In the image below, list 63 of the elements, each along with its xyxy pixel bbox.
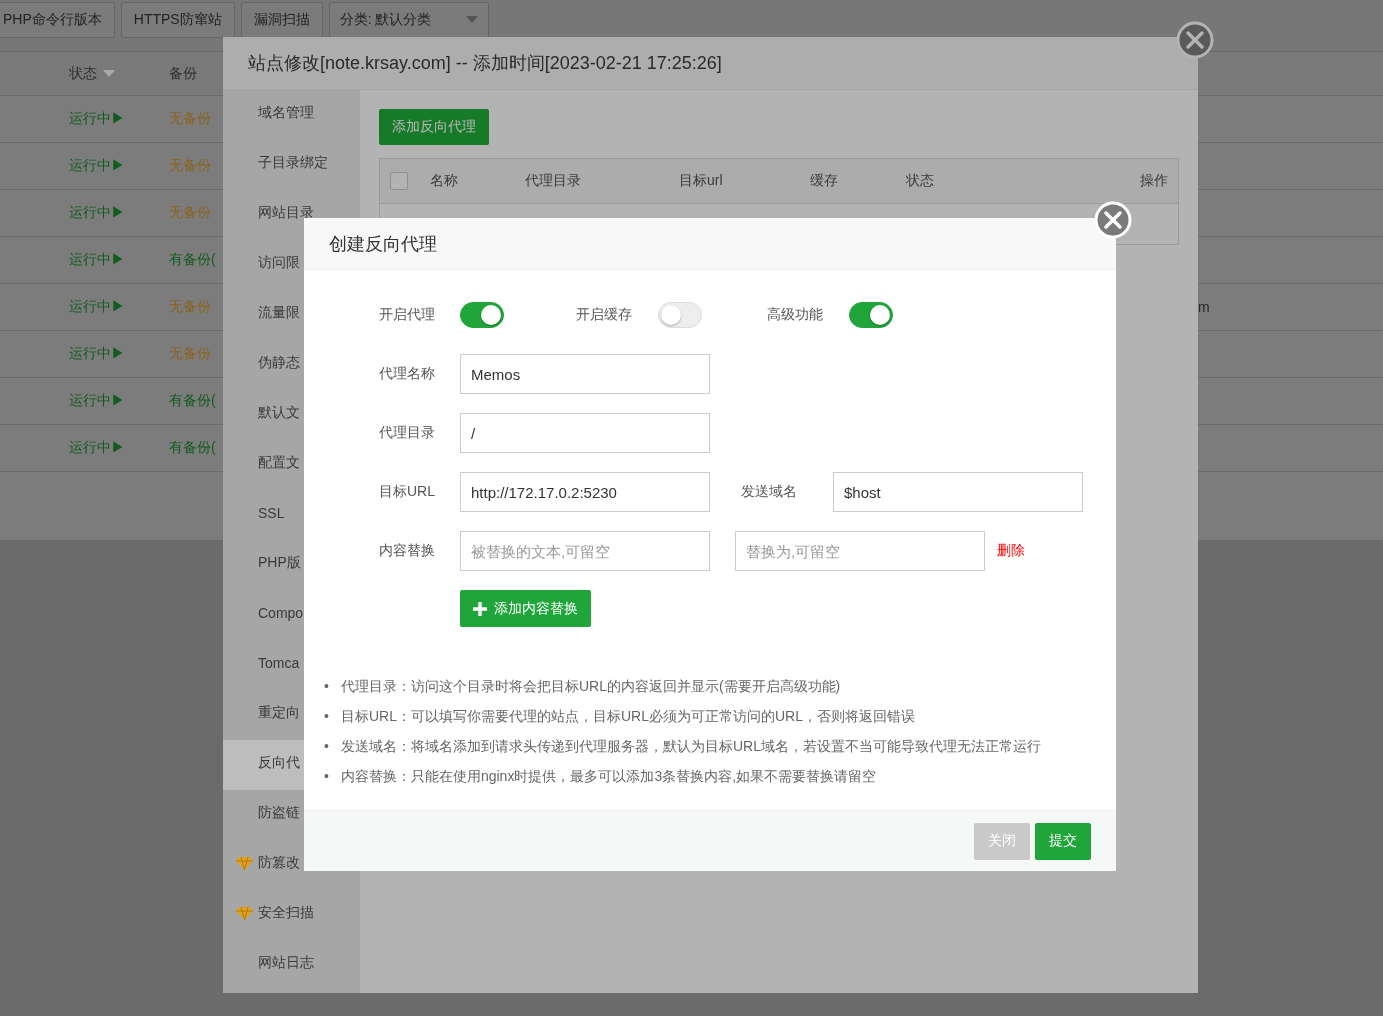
column-header[interactable]: 状态 bbox=[69, 64, 97, 83]
backup-status[interactable]: 有备份( bbox=[169, 251, 216, 269]
proxy-directory-field[interactable]: / bbox=[460, 413, 710, 453]
category-dropdown[interactable]: 分类: 默认分类 bbox=[328, 2, 489, 38]
column-header: 缓存 bbox=[810, 172, 838, 190]
field-label: 目标URL bbox=[378, 483, 435, 501]
table-cell: m bbox=[1198, 299, 1210, 315]
status-text[interactable]: 运行中▶ bbox=[69, 298, 125, 316]
toggle-label: 开启缓存 bbox=[576, 306, 632, 324]
status-text[interactable]: 运行中▶ bbox=[69, 157, 125, 175]
bullet: • bbox=[324, 707, 329, 726]
dialog-title: 站点修改[note.krsay.com] -- 添加时间[2023-02-21 17:25:26] bbox=[223, 37, 1198, 90]
backup-status[interactable]: 有备份( bbox=[169, 439, 216, 457]
column-header: 备份 bbox=[169, 64, 197, 83]
note-text: 目标URL：可以填写你需要代理的站点，目标URL必须为可正常访问的URL，否则将返回错误 bbox=[340, 707, 915, 726]
backup-status[interactable]: 有备份( bbox=[169, 392, 216, 410]
toggle-label: 开启代理 bbox=[378, 306, 435, 324]
add-replacement-button[interactable]: 添加内容替换 bbox=[460, 590, 591, 627]
submit-button[interactable]: 提交 bbox=[1035, 822, 1091, 860]
sidebar-item[interactable]: 安全扫描 bbox=[223, 890, 360, 940]
toolbar-button[interactable]: HTTPS防窜站 bbox=[120, 2, 235, 38]
field-label: 发送域名 bbox=[741, 483, 798, 501]
target-url-field[interactable]: http://172.17.0.2:5230 bbox=[460, 472, 710, 512]
diamond-icon bbox=[236, 906, 253, 920]
note-text: 代理目录：访问这个目录时将会把目标URL的内容返回并显示(需要开启高级功能) bbox=[340, 677, 841, 696]
column-header: 名称 bbox=[430, 172, 458, 190]
dialog-title: 创建反向代理 bbox=[304, 218, 1116, 270]
column-header: 代理目录 bbox=[525, 172, 581, 190]
sidebar-item[interactable]: 域名管理 bbox=[223, 90, 360, 140]
status-text[interactable]: 运行中▶ bbox=[69, 110, 125, 128]
diamond-icon bbox=[236, 856, 253, 870]
send-domain-field[interactable]: $host bbox=[833, 472, 1083, 512]
status-text[interactable]: 运行中▶ bbox=[69, 392, 125, 410]
column-header: 操作 bbox=[1140, 172, 1168, 190]
sort-caret-icon[interactable] bbox=[103, 70, 115, 77]
sidebar-item[interactable]: 防篡改 bbox=[223, 840, 360, 890]
bullet: • bbox=[324, 677, 329, 696]
add-proxy-button[interactable]: 添加反向代理 bbox=[379, 109, 489, 145]
toggle-switch[interactable] bbox=[460, 302, 504, 328]
status-text[interactable]: 运行中▶ bbox=[69, 251, 125, 269]
column-header: 状态 bbox=[906, 172, 934, 190]
select-all-checkbox[interactable] bbox=[390, 172, 408, 190]
replace-to-field[interactable]: 替换为,可留空 bbox=[735, 531, 985, 571]
plus-icon bbox=[473, 601, 487, 616]
field-label: 内容替换 bbox=[378, 542, 435, 560]
delete-link[interactable]: 删除 bbox=[997, 542, 1025, 560]
toolbar-button[interactable]: PHP命令行版本 bbox=[0, 2, 115, 38]
status-text[interactable]: 运行中▶ bbox=[69, 204, 125, 222]
bullet: • bbox=[324, 737, 329, 756]
toggle-switch[interactable] bbox=[849, 302, 893, 328]
caret-icon bbox=[465, 16, 478, 24]
sidebar-item[interactable]: 子目录绑定 bbox=[223, 140, 360, 190]
field-label: 代理名称 bbox=[378, 365, 435, 383]
status-text[interactable]: 运行中▶ bbox=[69, 345, 125, 363]
replace-from-field[interactable]: 被替换的文本,可留空 bbox=[460, 531, 710, 571]
column-header: 目标url bbox=[679, 172, 723, 190]
bullet: • bbox=[324, 767, 329, 786]
proxy-name-field[interactable]: Memos bbox=[460, 354, 710, 394]
status-text[interactable]: 运行中▶ bbox=[69, 439, 125, 457]
sidebar-item[interactable]: 网站日志 bbox=[223, 940, 360, 990]
toggle-label: 高级功能 bbox=[767, 306, 823, 324]
field-label: 代理目录 bbox=[378, 424, 435, 442]
toolbar-button[interactable]: 漏洞扫描 bbox=[240, 2, 323, 38]
